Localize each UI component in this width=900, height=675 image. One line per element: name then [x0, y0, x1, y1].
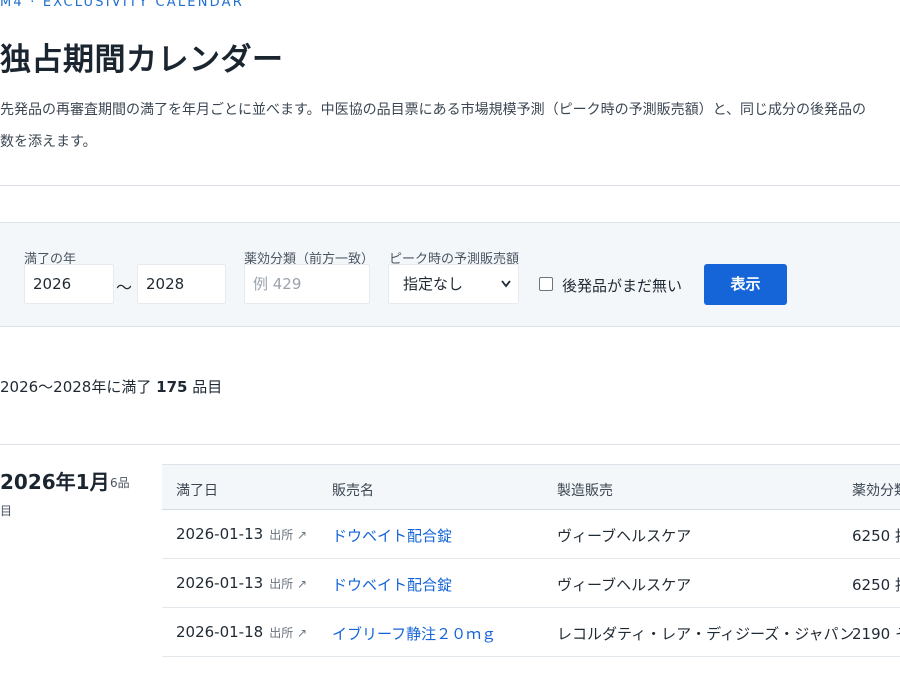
- summary-divider: [0, 444, 900, 445]
- table-row: 2026-01-13出所 ↗ ドウベイト配合錠 ヴィーブヘルスケア 6250 抗: [162, 510, 900, 559]
- header-name: 販売名: [332, 483, 374, 499]
- year-range-separator: 〜: [116, 278, 133, 297]
- page-title: 独占期間カレンダー: [0, 42, 284, 78]
- row-name-link[interactable]: ドウベイト配合錠: [332, 525, 452, 546]
- table-header: 満了日 販売名 製造販売 薬効分類: [162, 464, 900, 510]
- filter-panel: 満了の年 2026 〜 2028 薬効分類（前方一致） 例 429 ピーク時の予…: [0, 222, 900, 327]
- row-date: 2026-01-13 出所 ↗: [176, 525, 308, 543]
- row-name-link[interactable]: ドウベイト配合錠: [332, 574, 452, 595]
- sales-select-value: 指定なし: [403, 275, 464, 293]
- chevron-down-icon: [500, 265, 512, 318]
- month-count: 6品: [110, 476, 130, 490]
- header-date: 満了日: [176, 483, 218, 499]
- source-link[interactable]: 出所 ↗: [269, 528, 307, 542]
- source-link[interactable]: 出所 ↗: [269, 626, 307, 640]
- submit-button[interactable]: 表示: [704, 264, 787, 305]
- source-link[interactable]: 出所 ↗: [269, 577, 307, 591]
- eyebrow-label: M4 · EXCLUSIVITY CALENDAR: [0, 0, 244, 10]
- month-count-wrap: 目: [0, 504, 13, 518]
- row-class: 2190 そ: [852, 625, 900, 643]
- class-input[interactable]: 例 429: [244, 264, 370, 304]
- header-class: 薬効分類: [852, 483, 900, 499]
- row-date: 2026-01-13 出所 ↗: [176, 574, 308, 592]
- drug-table: 満了日 販売名 製造販売 薬効分類 2026-01-13出所 ↗ ドウベイト配合…: [162, 464, 900, 657]
- row-name-link[interactable]: イブリーフ静注２０ｍｇ: [332, 623, 496, 644]
- row-class: 6250 抗: [852, 527, 900, 545]
- sales-select[interactable]: 指定なし: [388, 264, 519, 304]
- month-heading: 2026年1月: [0, 470, 110, 494]
- no-generic-label: 後発品がまだ無い: [562, 277, 683, 295]
- header-maker: 製造販売: [557, 483, 613, 499]
- table-row: 2026-01-13出所 ↗ ドウベイト配合錠 ヴィーブヘルスケア 6250 抗: [162, 559, 900, 608]
- year-from-input[interactable]: 2026: [24, 264, 114, 304]
- no-generic-checkbox[interactable]: [539, 277, 553, 291]
- row-maker: ヴィーブヘルスケア: [557, 576, 692, 594]
- page-lead: 先発品の再審査期間の満了を年月ごとに並べます。中医協の品目票にある市場規模予測（…: [0, 102, 867, 150]
- result-summary: 2026〜2028年に満了 175 品目: [0, 378, 223, 396]
- row-date: 2026-01-18 出所 ↗: [176, 623, 308, 641]
- row-maker: レコルダティ・レア・ディジーズ・ジャパン: [557, 625, 855, 643]
- row-maker: ヴィーブヘルスケア: [557, 527, 692, 545]
- row-class: 6250 抗: [852, 576, 900, 594]
- table-row: 2026-01-18 出所 ↗ イブリーフ静注２０ｍｇ レコルダティ・レア・ディジ…: [162, 608, 900, 657]
- header-divider: [0, 185, 900, 186]
- year-to-input[interactable]: 2028: [137, 264, 226, 304]
- result-count: 175: [156, 378, 188, 396]
